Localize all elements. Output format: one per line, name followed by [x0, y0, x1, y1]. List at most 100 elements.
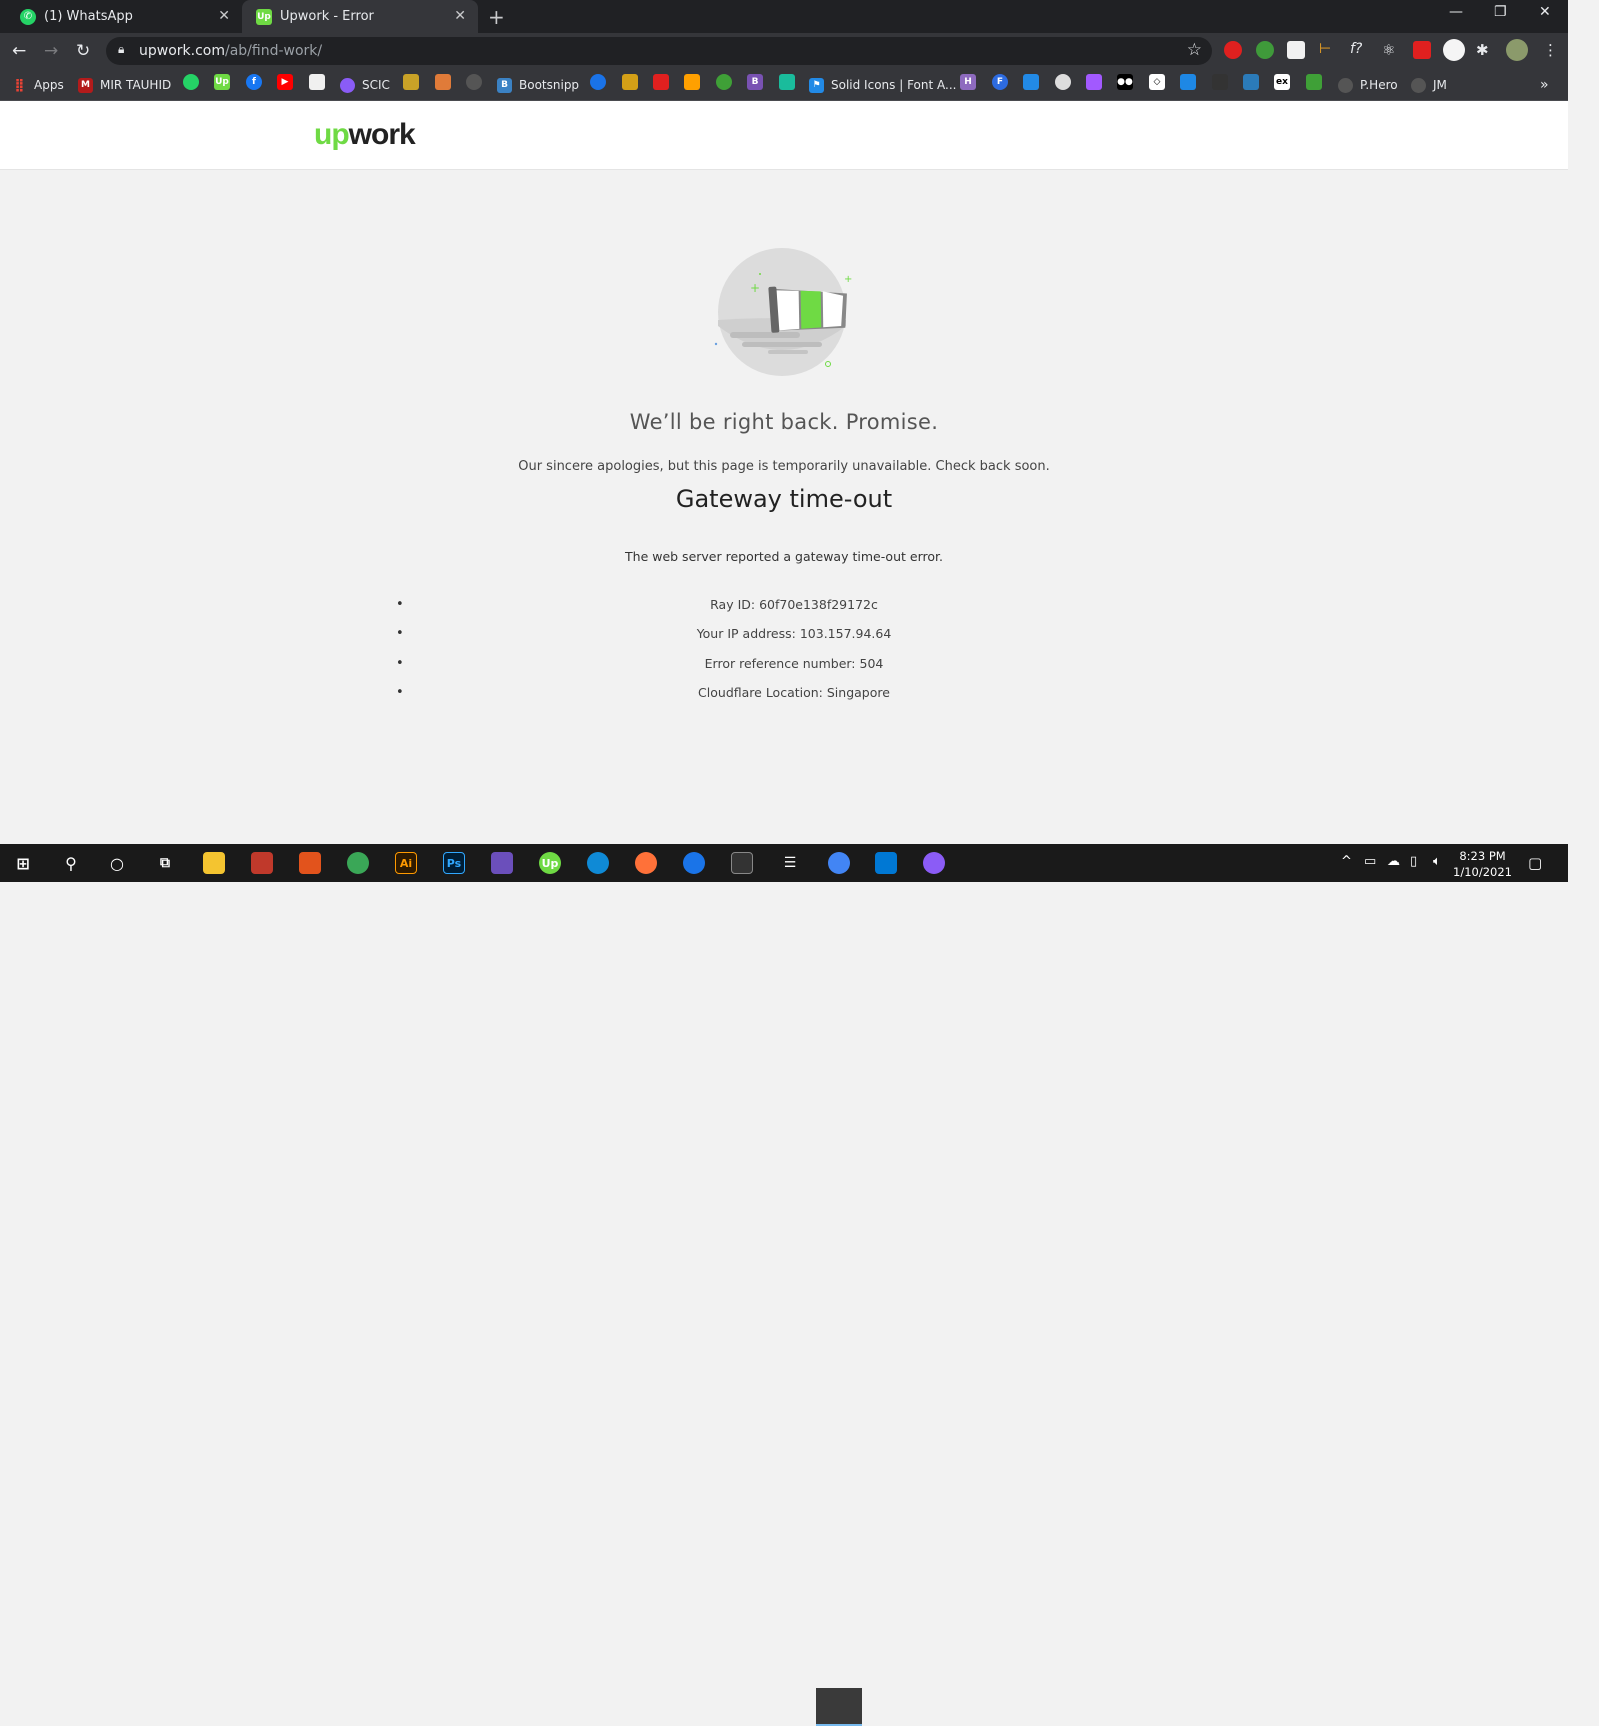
react-devtools-icon[interactable]: ⚛	[1382, 41, 1400, 59]
bookmark-icon[interactable]	[1023, 74, 1039, 90]
app-icon[interactable]	[347, 852, 369, 874]
puzzle-extensions-icon[interactable]: ✱	[1476, 41, 1494, 59]
chrome-taskbar-active	[816, 1688, 862, 1726]
restore-icon[interactable]: ❐	[1494, 4, 1507, 20]
bookmark-icon[interactable]	[590, 74, 606, 90]
mongodb-icon[interactable]	[716, 74, 732, 90]
close-tab-icon[interactable]: ✕	[454, 8, 466, 24]
bookmark-p-hero[interactable]: P.Hero	[1338, 75, 1398, 95]
firefox-icon[interactable]	[635, 852, 657, 874]
search-icon[interactable]: ⚲	[60, 852, 82, 874]
office-icon[interactable]	[299, 852, 321, 874]
app-icon[interactable]	[491, 852, 513, 874]
vscode-icon[interactable]	[875, 852, 897, 874]
extension-icon[interactable]	[1287, 41, 1305, 59]
system-clock[interactable]: 8:23 PM 1/10/2021	[1453, 848, 1512, 880]
globe-icon[interactable]	[1055, 74, 1071, 90]
bookmark-icon[interactable]	[1212, 74, 1228, 90]
bookmark-mir-tauhid[interactable]: M MIR TAUHID	[78, 75, 171, 95]
task-view-icon[interactable]: ⧉	[154, 852, 176, 874]
firefox-dev-icon[interactable]	[683, 852, 705, 874]
bookmark-icon[interactable]: ex	[1274, 74, 1290, 90]
back-icon[interactable]: ←	[12, 41, 26, 61]
close-tab-icon[interactable]: ✕	[218, 8, 230, 24]
url-text[interactable]: upwork.com/ab/find-work/	[139, 43, 322, 59]
bookmarks-overflow-icon[interactable]: »	[1540, 75, 1549, 95]
address-bar[interactable]: 🔒︎ upwork.com/ab/find-work/ ☆	[106, 37, 1212, 65]
reload-icon[interactable]: ↻	[76, 41, 90, 61]
github-icon[interactable]	[466, 74, 482, 90]
chrome-icon[interactable]	[828, 852, 850, 874]
avatar[interactable]	[1506, 39, 1528, 61]
taskbar: ⊞ ⚲ ○ ⧉ Ai Ps Up ☰ ^ ▭ ☁ ▯ 🔈︎ 8:23 PM 1/…	[0, 844, 1568, 1726]
lock-icon[interactable]: 🔒︎	[118, 42, 124, 57]
bootstrap-icon[interactable]: B	[747, 74, 763, 90]
apology-message: Our sincere apologies, but this page is …	[518, 459, 1050, 474]
codepen-icon[interactable]: ◇	[1149, 74, 1165, 90]
bookmark-star-icon[interactable]: ☆	[1187, 40, 1202, 60]
firebase-icon[interactable]	[684, 74, 700, 90]
bookmark-icon[interactable]	[435, 74, 451, 90]
network-icon[interactable]: ▭	[1364, 854, 1376, 869]
notification-icon[interactable]: ▢	[1528, 854, 1542, 872]
illustrator-icon[interactable]: Ai	[395, 852, 417, 874]
tab-whatsapp[interactable]: ✆ (1) WhatsApp ✕	[6, 0, 242, 33]
photoshop-icon[interactable]: Ps	[443, 852, 465, 874]
terminal-icon[interactable]	[731, 852, 753, 874]
clock-date: 1/10/2021	[1453, 865, 1512, 879]
bookmark-bootsnipp[interactable]: B Bootsnipp	[497, 75, 579, 95]
svg-text:+: +	[750, 281, 760, 295]
file-explorer-icon[interactable]	[203, 852, 225, 874]
bookmark-icon[interactable]	[1306, 74, 1322, 90]
battery-icon[interactable]: ▯	[1410, 854, 1417, 869]
whatsapp-bookmark-icon[interactable]	[183, 74, 199, 90]
bookmark-jm[interactable]: JM	[1411, 75, 1447, 95]
toolbar: ← → ↻ 🔒︎ upwork.com/ab/find-work/ ☆ ⊢ f?…	[0, 33, 1568, 69]
error-title: Gateway time-out	[675, 485, 893, 513]
extension-icon[interactable]	[1224, 41, 1242, 59]
bookmark-icon[interactable]: H	[960, 74, 976, 90]
minimize-icon[interactable]: —	[1449, 4, 1463, 20]
bookmark-font-awesome[interactable]: ⚑ Solid Icons | Font A...	[809, 75, 956, 95]
bookmark-apps[interactable]: ⣿ Apps	[12, 75, 63, 95]
upwork-logo[interactable]: upwork	[314, 118, 416, 152]
bookmark-icon[interactable]	[309, 74, 325, 90]
bookmark-scic[interactable]: SCIC	[340, 75, 390, 95]
bookmark-icon[interactable]	[779, 74, 795, 90]
show-hidden-icons-icon[interactable]: ^	[1341, 854, 1352, 869]
cortana-icon[interactable]: ○	[106, 852, 128, 874]
bookmark-icon[interactable]	[653, 74, 669, 90]
facebook-icon[interactable]: f	[246, 74, 262, 90]
svg-text:+: +	[844, 274, 852, 285]
ray-id: Ray ID: 60f70e138f29172c	[396, 597, 1188, 627]
more-menu-icon[interactable]: ⋮	[1543, 41, 1558, 59]
font-awesome-icon: ⚑	[809, 77, 824, 93]
edge-icon[interactable]	[587, 852, 609, 874]
volume-icon[interactable]: 🔈︎	[1433, 854, 1441, 869]
settings-sliders-icon[interactable]: ☰	[779, 852, 801, 874]
bookmark-icon[interactable]	[403, 74, 419, 90]
extension-icon[interactable]	[1443, 39, 1465, 61]
extension-icon[interactable]: f?	[1350, 41, 1368, 59]
bookmark-icon[interactable]: F	[992, 74, 1008, 90]
tab-upwork-error[interactable]: Up Upwork - Error ✕	[242, 0, 478, 33]
upwork-app-icon[interactable]: Up	[539, 852, 561, 874]
new-tab-button[interactable]: +	[488, 5, 505, 29]
bookmark-icon[interactable]	[1180, 74, 1196, 90]
upwork-bookmark-icon[interactable]: Up	[214, 74, 230, 90]
messenger-icon[interactable]	[923, 852, 945, 874]
windows-start-icon[interactable]: ⊞	[12, 852, 34, 874]
bookmark-icon[interactable]	[1243, 74, 1259, 90]
extension-icon[interactable]: ⊢	[1319, 41, 1337, 59]
app-icon[interactable]	[251, 852, 273, 874]
ip-address: Your IP address: 103.157.94.64	[396, 627, 1188, 656]
bookmark-icon[interactable]	[622, 74, 638, 90]
forward-icon[interactable]: →	[44, 41, 58, 61]
onedrive-icon[interactable]: ☁	[1387, 854, 1400, 869]
figma-icon[interactable]	[1086, 74, 1102, 90]
youtube-icon[interactable]: ▶	[277, 74, 293, 90]
extension-icon[interactable]	[1256, 41, 1274, 59]
close-window-icon[interactable]: ✕	[1539, 4, 1551, 20]
extension-icon[interactable]	[1413, 41, 1431, 59]
medium-icon[interactable]: ●●	[1117, 74, 1133, 90]
